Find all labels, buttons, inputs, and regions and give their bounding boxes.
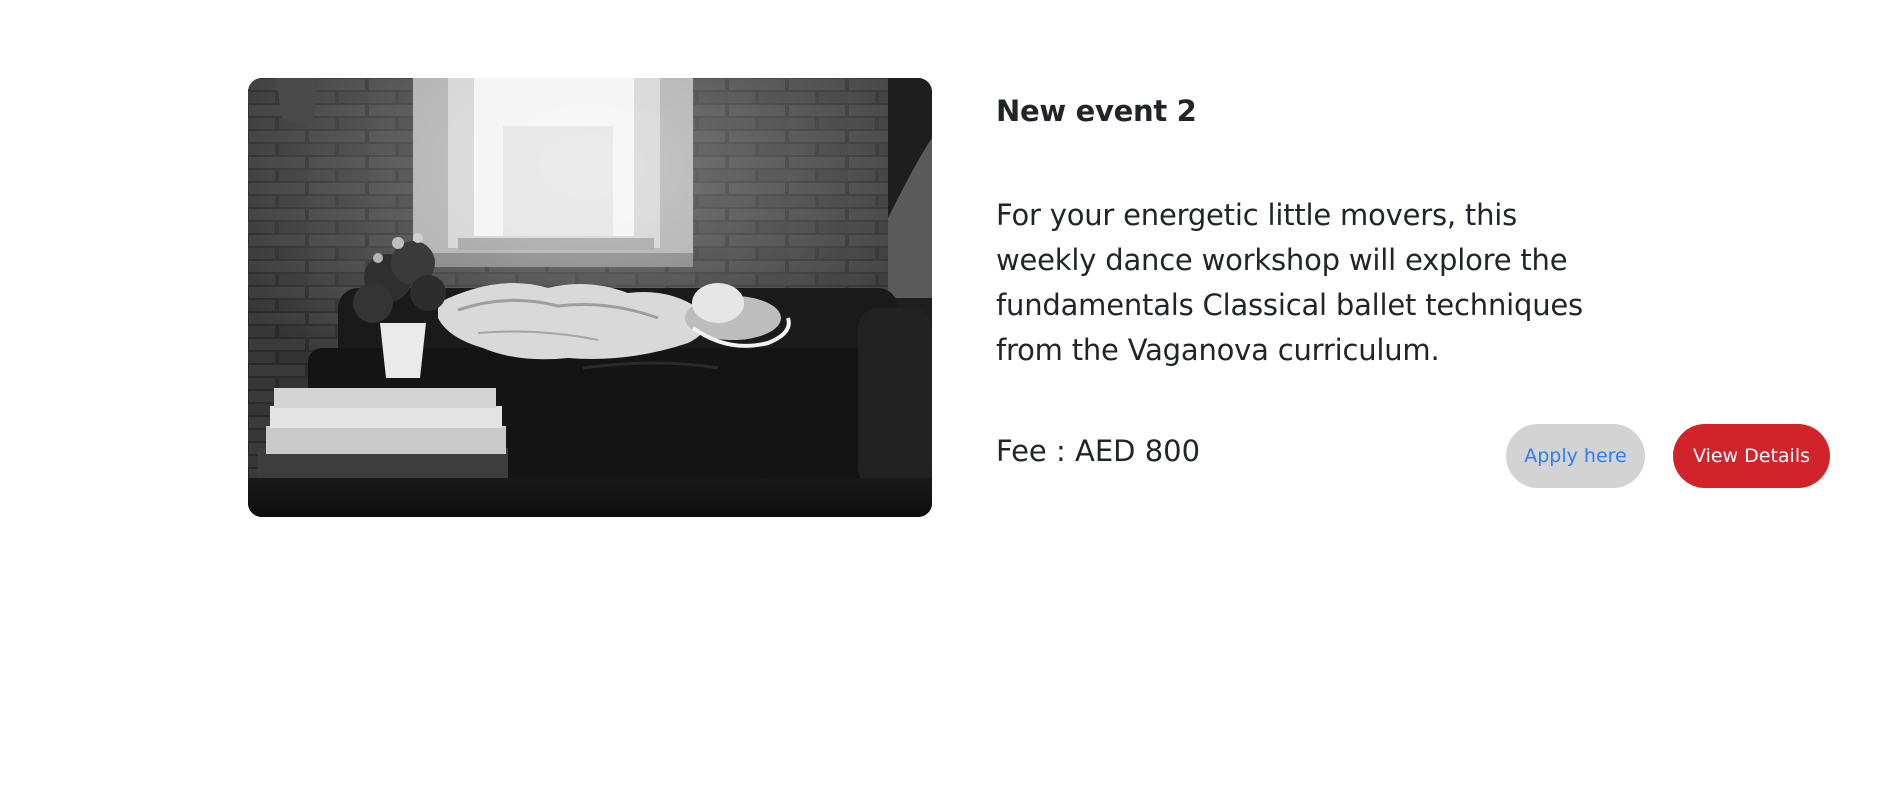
event-description: For your energetic little movers, this w…	[996, 198, 1583, 367]
event-image	[248, 78, 932, 517]
event-photo	[248, 78, 932, 517]
event-title: New event 2	[996, 94, 1197, 128]
page: New event 2 For your energetic little mo…	[0, 0, 1885, 795]
event-fee: Fee : AED 800	[996, 434, 1201, 468]
event-card: New event 2 For your energetic little mo…	[248, 78, 1830, 518]
apply-here-button[interactable]: Apply here	[1506, 424, 1645, 488]
view-details-button[interactable]: View Details	[1673, 424, 1830, 488]
